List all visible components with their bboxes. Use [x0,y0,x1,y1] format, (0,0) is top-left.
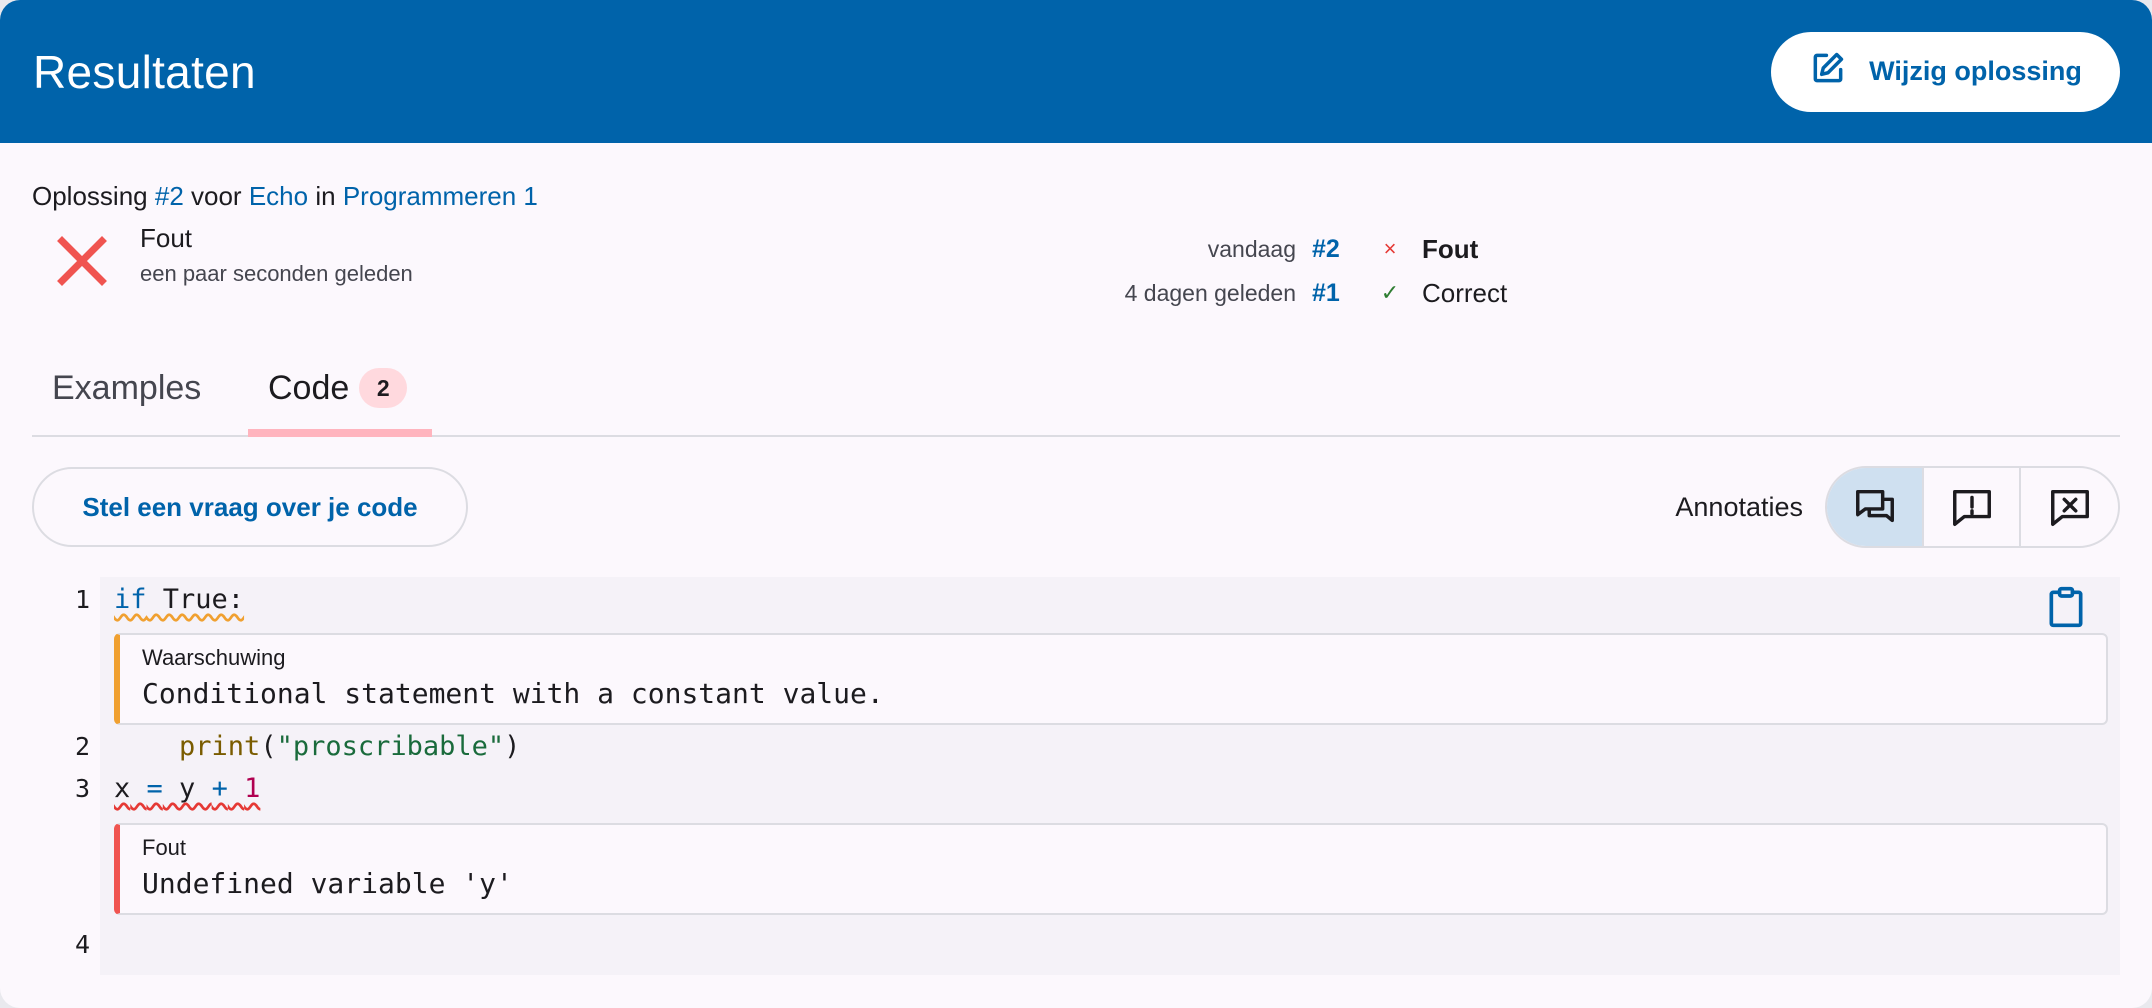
code-number: 1 [244,772,261,804]
cross-icon: × [1383,236,1397,261]
show-all-annotations-button[interactable] [1827,468,1924,546]
code-actions: Stel een vraag over je code Annotaties [32,437,2120,577]
code-text: x [114,772,131,804]
history-number-link[interactable]: #2 [1312,235,1370,264]
tab-code-label: Code [268,368,350,407]
history-status: Fout [1422,233,1479,264]
code-line: 4 [32,923,114,965]
check-icon: ✓ [1380,280,1400,305]
annotations-segmented-control [1825,466,2120,548]
history-row[interactable]: vandaag #2 × Fout [1092,227,1507,271]
history-row[interactable]: 4 dagen geleden #1 ✓ Correct [1092,271,1508,315]
ask-question-button[interactable]: Stel een vraag over je code [32,467,468,547]
line-number: 1 [74,584,90,614]
comments-icon [1855,489,1894,523]
line-number: 2 [74,731,90,761]
annotation-message: Conditional statement with a constant va… [142,677,884,710]
code-keyword: if [114,583,147,615]
code-line-text: if True: [114,584,244,615]
code-punct: ) [504,730,521,762]
code-line-text: x = y + 1 [114,773,260,804]
tab-examples[interactable]: Examples [32,341,248,435]
edit-solution-label: Wijzig oplossing [1869,56,2082,86]
edit-icon [1809,49,1847,94]
copy-code-icon[interactable] [2044,585,2088,629]
exercise-link[interactable]: Echo [249,181,308,211]
status-title: Fout [140,223,193,253]
submission-link[interactable]: #2 [155,181,184,211]
tab-examples-label: Examples [52,368,202,407]
annotations-toggle-group: Annotaties [1675,466,2120,548]
code-text: y [162,772,212,804]
wrong-status-icon [57,236,107,286]
code-punct: ( [260,730,277,762]
history-when: vandaag [1207,235,1296,262]
course-link[interactable]: Programmeren 1 [343,181,538,211]
line-number: 4 [74,929,90,959]
code-annotation-count-badge: 2 [359,368,408,408]
result-tabs: Examples Code 2 [32,341,2120,437]
code-operator: = [146,772,163,804]
annotation-message: Undefined variable 'y' [142,867,513,900]
status-time: een paar seconden geleden [140,261,413,286]
annotation-type: Waarschuwing [142,645,286,670]
hide-annotations-button[interactable] [2021,468,2118,546]
line-number: 3 [74,773,90,803]
results-header: Resultaten Wijzig oplossing [0,0,2152,143]
history-number-link[interactable]: #1 [1312,279,1370,308]
annotation-type: Fout [142,835,187,860]
comment-remove-icon [2050,489,2089,526]
code-line-text: print("proscribable") [114,731,520,762]
page-title: Resultaten [33,45,256,98]
code-listing: 1 if True: Waarschuwing Conditional stat… [32,577,2120,975]
code-line: 2 print("proscribable") [32,725,520,767]
comment-alert-icon [1952,489,1991,526]
code-operator: + [211,772,228,804]
breadcrumb-for: voor [191,181,242,211]
breadcrumb-prefix: Oplossing [32,181,148,211]
tab-code[interactable]: Code 2 [248,341,432,437]
code-string: "proscribable" [276,730,505,762]
status-summary: Fout een paar seconden geleden vandaag #… [32,213,2120,341]
edit-solution-button[interactable]: Wijzig oplossing [1771,31,2120,112]
results-card: Resultaten Wijzig oplossing Oplossing #2… [0,0,2152,1008]
breadcrumb-in: in [315,181,336,211]
warning-annotation: Waarschuwing Conditional statement with … [114,633,2108,725]
code-function: print [179,730,261,762]
code-line: 3 x = y + 1 [32,767,260,809]
code-text: True: [146,583,245,615]
annotations-label: Annotaties [1675,491,1803,522]
history-when: 4 dagen geleden [1124,279,1296,306]
submission-history: vandaag #2 × Fout 4 dagen geleden #1 ✓ C… [1092,227,1508,315]
code-line: 1 if True: [32,578,244,620]
show-important-annotations-button[interactable] [1924,468,2021,546]
error-annotation: Fout Undefined variable 'y' [114,823,2108,915]
breadcrumb: Oplossing #2 voor Echo in Programmeren 1 [32,179,2120,213]
history-status: Correct [1422,277,1508,308]
